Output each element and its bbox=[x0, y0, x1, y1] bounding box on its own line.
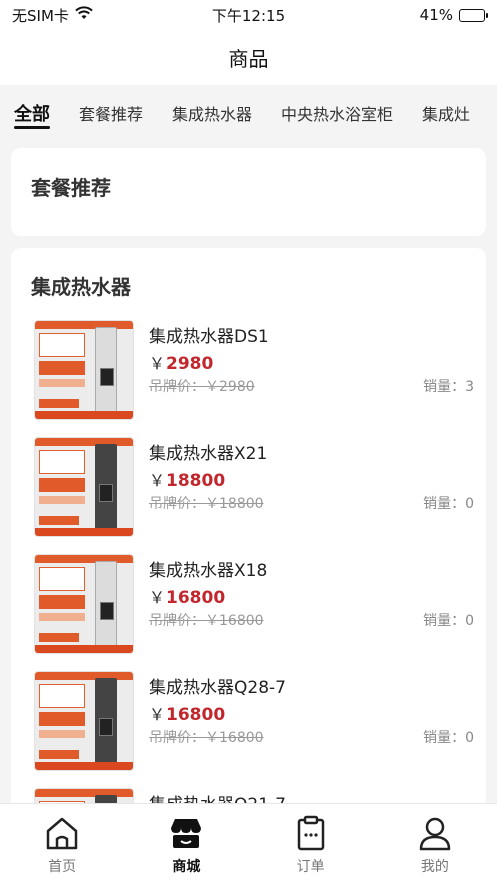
product-image[interactable] bbox=[34, 437, 134, 537]
nav-item-2[interactable]: 订单 bbox=[249, 804, 373, 883]
heater-screen bbox=[99, 484, 113, 502]
section-heater: 集成热水器 集成热水器DS1 ￥2980 吊牌价：￥2980 销量：3 集成热水器X21… bbox=[11, 248, 486, 848]
currency-symbol: ￥ bbox=[149, 471, 166, 490]
brand-strip bbox=[35, 789, 133, 797]
tabs-inner: 全部套餐推荐集成热水器中央热水浴室柜集成灶水 bbox=[0, 85, 497, 140]
list-price: 吊牌价：￥2980 bbox=[149, 379, 255, 395]
currency-symbol: ￥ bbox=[149, 354, 166, 373]
product-item[interactable]: 集成热水器DS1 ￥2980 吊牌价：￥2980 销量：3 bbox=[34, 320, 474, 420]
nav-label: 商城 bbox=[172, 859, 201, 875]
promo-tag bbox=[39, 633, 79, 642]
list-price: 吊牌价：￥16800 bbox=[149, 613, 264, 629]
promo-tag bbox=[39, 595, 85, 609]
promo-tag bbox=[39, 712, 85, 726]
promo-tag bbox=[39, 730, 85, 738]
tab-4[interactable]: 集成灶 bbox=[422, 85, 470, 140]
brand-strip bbox=[35, 321, 133, 329]
product-item[interactable]: 集成热水器X21 ￥18800 吊牌价：￥18800 销量：0 bbox=[34, 437, 474, 537]
tab-1[interactable]: 套餐推荐 bbox=[79, 85, 143, 140]
promo-tag bbox=[39, 496, 85, 504]
bottom-strip bbox=[35, 645, 133, 653]
promo-tag bbox=[39, 613, 85, 621]
time-text: 下午12:15 bbox=[211, 6, 286, 25]
product-price: ￥2980 bbox=[149, 350, 213, 374]
page-title: 商品 bbox=[228, 47, 269, 71]
bottom-strip bbox=[35, 411, 133, 419]
section-title-heater: 集成热水器 bbox=[31, 275, 131, 299]
bottom-nav: 首页 商城 订单 我的 bbox=[0, 803, 497, 883]
product-image[interactable] bbox=[34, 320, 134, 420]
tab-0[interactable]: 全部 bbox=[14, 85, 50, 140]
promo-tag bbox=[39, 567, 85, 591]
product-item[interactable]: 集成热水器Q28-7 ￥16800 吊牌价：￥16800 销量：0 bbox=[34, 671, 474, 771]
home-icon bbox=[42, 813, 82, 853]
promo-tag bbox=[39, 478, 85, 492]
section-combo: 套餐推荐 bbox=[11, 148, 486, 236]
price-amount: 18800 bbox=[166, 471, 226, 491]
nav-label: 我的 bbox=[420, 859, 449, 875]
status-bar: 无SIM卡 下午12:15 41% bbox=[0, 0, 497, 30]
heater-screen bbox=[100, 602, 114, 620]
heater-screen bbox=[99, 718, 113, 736]
heater-panel bbox=[95, 678, 117, 764]
price-amount: 2980 bbox=[166, 354, 214, 374]
product-name: 集成热水器X18 bbox=[149, 561, 268, 581]
list-price: 吊牌价：￥16800 bbox=[149, 730, 264, 746]
order-icon bbox=[291, 813, 331, 853]
nav-item-1[interactable]: 商城 bbox=[124, 804, 248, 883]
brand-strip bbox=[35, 555, 133, 563]
product-name: 集成热水器X21 bbox=[149, 444, 268, 464]
promo-tag bbox=[39, 379, 85, 387]
heater-panel bbox=[95, 444, 117, 530]
price-amount: 16800 bbox=[166, 705, 226, 725]
wifi-icon bbox=[75, 6, 93, 24]
product-name: 集成热水器Q28-7 bbox=[149, 678, 286, 698]
product-price: ￥18800 bbox=[149, 467, 225, 491]
promo-tag bbox=[39, 333, 85, 357]
heater-panel bbox=[95, 561, 117, 647]
category-tabs[interactable]: 全部套餐推荐集成热水器中央热水浴室柜集成灶水 bbox=[0, 85, 497, 140]
user-icon bbox=[415, 813, 455, 853]
product-name: 集成热水器DS1 bbox=[149, 327, 269, 347]
status-right: 41% bbox=[419, 6, 488, 24]
currency-symbol: ￥ bbox=[149, 588, 166, 607]
nav-label: 首页 bbox=[48, 859, 77, 875]
nav-label: 订单 bbox=[296, 859, 325, 875]
currency-symbol: ￥ bbox=[149, 705, 166, 724]
tab-3[interactable]: 中央热水浴室柜 bbox=[281, 85, 393, 140]
sales-count: 销量：0 bbox=[423, 496, 474, 512]
battery-icon bbox=[459, 8, 488, 22]
bottom-strip bbox=[35, 528, 133, 536]
sales-count: 销量：0 bbox=[423, 613, 474, 629]
promo-tag bbox=[39, 750, 79, 759]
product-price: ￥16800 bbox=[149, 584, 225, 608]
product-item[interactable]: 集成热水器X18 ￥16800 吊牌价：￥16800 销量：0 bbox=[34, 554, 474, 654]
brand-strip bbox=[35, 672, 133, 680]
status-left: 无SIM卡 bbox=[12, 5, 93, 26]
shop-icon bbox=[166, 813, 206, 853]
promo-tag bbox=[39, 516, 79, 525]
promo-tag bbox=[39, 684, 85, 708]
tab-2[interactable]: 集成热水器 bbox=[172, 85, 252, 140]
promo-tag bbox=[39, 399, 79, 408]
promo-tag bbox=[39, 361, 85, 375]
bottom-strip bbox=[35, 762, 133, 770]
product-image[interactable] bbox=[34, 554, 134, 654]
battery-percent: 41% bbox=[419, 6, 453, 24]
product-price: ￥16800 bbox=[149, 701, 225, 725]
nav-item-0[interactable]: 首页 bbox=[0, 804, 124, 883]
heater-screen bbox=[100, 368, 114, 386]
carrier-text: 无SIM卡 bbox=[12, 6, 69, 25]
brand-strip bbox=[35, 438, 133, 446]
heater-panel bbox=[95, 327, 117, 413]
price-amount: 16800 bbox=[166, 588, 226, 608]
page-header: 商品 bbox=[0, 30, 497, 85]
list-price: 吊牌价：￥18800 bbox=[149, 496, 264, 512]
nav-item-3[interactable]: 我的 bbox=[373, 804, 497, 883]
product-image[interactable] bbox=[34, 671, 134, 771]
sales-count: 销量：0 bbox=[423, 730, 474, 746]
sales-count: 销量：3 bbox=[423, 379, 474, 395]
section-title-combo: 套餐推荐 bbox=[31, 176, 111, 200]
promo-tag bbox=[39, 450, 85, 474]
